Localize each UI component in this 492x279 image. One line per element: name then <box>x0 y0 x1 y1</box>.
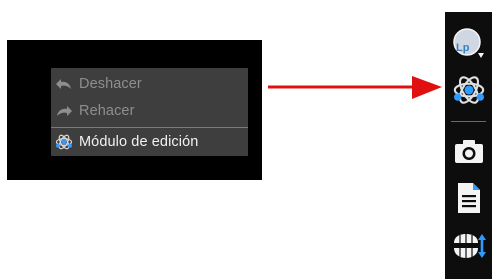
redo-icon <box>55 103 73 119</box>
document-icon <box>457 183 480 213</box>
menu-item-redo[interactable]: Rehacer <box>51 97 248 125</box>
user-avatar-button[interactable]: Lp <box>445 26 492 62</box>
vertical-toolbar: Lp <box>445 12 492 279</box>
teeth-model-button[interactable] <box>445 226 492 268</box>
arrow-right-icon <box>268 76 442 99</box>
document-button[interactable] <box>445 176 492 220</box>
edit-module-icon <box>453 76 484 104</box>
menu-item-edit-module-label: Módulo de edición <box>79 134 199 150</box>
camera-button[interactable] <box>445 132 492 170</box>
toolbar-separator <box>451 121 486 122</box>
menu-item-redo-label: Rehacer <box>79 103 135 119</box>
avatar-initials: Lp <box>456 42 470 54</box>
edit-module-icon <box>55 134 73 150</box>
edit-module-button[interactable] <box>445 68 492 112</box>
menu-item-undo[interactable]: Deshacer <box>51 70 248 98</box>
context-menu: Deshacer Rehacer Módulo de edición <box>51 68 248 156</box>
menu-item-edit-module[interactable]: Módulo de edición <box>51 128 248 156</box>
teeth-model-icon <box>453 234 486 258</box>
menu-screenshot-frame: Deshacer Rehacer Módulo de edición <box>7 40 262 180</box>
undo-icon <box>55 76 73 92</box>
menu-item-undo-label: Deshacer <box>79 76 142 92</box>
camera-icon <box>454 140 483 163</box>
